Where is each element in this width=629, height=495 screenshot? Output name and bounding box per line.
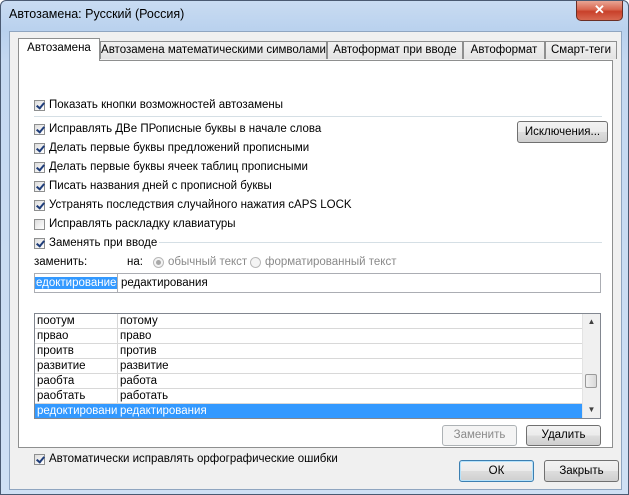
replace-cell: раобтать xyxy=(35,389,118,404)
replace-label: заменить: xyxy=(34,256,88,268)
window-title: Автозамена: Русский (Россия) xyxy=(9,7,185,21)
with-cell: право xyxy=(118,329,583,344)
window-close-button[interactable]: ✕ xyxy=(576,1,623,21)
checkbox-box[interactable] xyxy=(34,218,45,230)
checkbox-label: Делать первые буквы ячеек таблиц прописн… xyxy=(49,161,308,173)
checkbox-box[interactable] xyxy=(34,237,45,249)
checkbox-label: Показать кнопки возможностей автозамены xyxy=(49,99,284,111)
autocorrect-dialog: Автозамена: Русский (Россия) ✕ Автозамен… xyxy=(0,0,629,495)
checkbox-label: Автоматически исправлять орфографические… xyxy=(49,453,338,465)
replace-cell: проитв xyxy=(35,344,118,359)
checkbox-box[interactable] xyxy=(34,161,45,173)
radio-label: обычный текст xyxy=(168,256,248,268)
with-cell: против xyxy=(118,344,583,359)
table-row[interactable]: проитв против xyxy=(35,344,583,359)
checkbox-label: Исправлять ДВе ПРописные буквы в начале … xyxy=(49,123,322,135)
radio-circle[interactable] xyxy=(153,256,164,268)
replace-input[interactable]: едоктирование xyxy=(34,273,118,293)
replace-cell: раобта xyxy=(35,374,118,389)
autocorrect-tab-panel: Показать кнопки возможностей автозамены … xyxy=(18,60,613,465)
first-cell-checkbox[interactable]: Делать первые буквы ячеек таблиц прописн… xyxy=(34,159,308,175)
table-row[interactable]: развитие развитие xyxy=(35,359,583,374)
replace-cell: развитие xyxy=(35,359,118,374)
checkbox-label: Устранять последствия случайного нажатия… xyxy=(49,199,352,211)
with-input[interactable]: редактирования xyxy=(117,273,601,293)
formatted-text-radio[interactable]: форматированный текст xyxy=(250,256,396,268)
scroll-thumb[interactable] xyxy=(585,374,597,388)
show-buttons-checkbox[interactable]: Показать кнопки возможностей автозамены xyxy=(34,97,283,113)
with-cell: потому xyxy=(118,314,583,329)
table-row[interactable]: раобтать работать xyxy=(35,389,583,404)
table-row[interactable]: редоктировани редактирования xyxy=(35,404,583,418)
table-row[interactable]: првао право xyxy=(35,329,583,344)
separator xyxy=(34,116,602,117)
checkbox-box[interactable] xyxy=(34,199,45,211)
replace-cell: поотум xyxy=(35,314,118,329)
checkbox-label: Заменять при вводе xyxy=(49,237,158,249)
with-cell: работать xyxy=(118,389,583,404)
scroll-up-arrow[interactable]: ▲ xyxy=(583,314,600,330)
table-row[interactable]: поотум потому xyxy=(35,314,583,329)
replace-input-value: едоктирование xyxy=(35,277,117,289)
ok-button[interactable]: ОК xyxy=(459,460,534,482)
first-sentence-checkbox[interactable]: Делать первые буквы предложений прописны… xyxy=(34,140,309,156)
checkbox-label: Писать названия дней с прописной буквы xyxy=(49,180,272,192)
checkbox-box[interactable] xyxy=(34,180,45,192)
with-cell: развитие xyxy=(118,359,583,374)
with-label: на: xyxy=(127,256,143,268)
table-row[interactable]: раобта работа xyxy=(35,374,583,389)
checkbox-box[interactable] xyxy=(34,123,45,135)
delete-button[interactable]: Удалить xyxy=(526,425,601,446)
checkbox-box[interactable] xyxy=(34,99,45,111)
with-cell: работа xyxy=(118,374,583,389)
checkbox-box[interactable] xyxy=(34,142,45,154)
caps-lock-checkbox[interactable]: Устранять последствия случайного нажатия… xyxy=(34,197,352,213)
replace-cell: редоктировани xyxy=(35,404,118,418)
day-names-checkbox[interactable]: Писать названия дней с прописной буквы xyxy=(34,178,272,194)
group-separator xyxy=(159,242,602,243)
keyboard-layout-checkbox[interactable]: Исправлять раскладку клавиатуры xyxy=(34,216,236,232)
title-bar[interactable]: Автозамена: Русский (Россия) ✕ xyxy=(1,1,628,29)
tab-autocorrect[interactable]: Автозамена xyxy=(18,38,100,61)
scroll-down-arrow[interactable]: ▼ xyxy=(583,402,600,418)
list-scrollbar[interactable]: ▲ ▼ xyxy=(582,314,600,418)
checkbox-label: Исправлять раскладку клавиатуры xyxy=(49,218,236,230)
auto-spell-checkbox[interactable]: Автоматически исправлять орфографические… xyxy=(34,451,338,467)
plain-text-radio[interactable]: обычный текст xyxy=(153,256,247,268)
tab-autoformat[interactable]: Автоформат xyxy=(463,41,545,59)
replacements-list[interactable]: поотум потому првао право проитв против развит… xyxy=(34,313,601,419)
exceptions-button[interactable]: Исключения... xyxy=(517,121,608,143)
checkbox-box[interactable] xyxy=(34,453,45,465)
replace-as-you-type-checkbox[interactable]: Заменять при вводе xyxy=(34,235,157,251)
radio-label: форматированный текст xyxy=(265,256,397,268)
replace-button[interactable]: Заменить xyxy=(442,425,517,446)
close-button[interactable]: Закрыть xyxy=(544,460,619,482)
checkbox-label: Делать первые буквы предложений прописны… xyxy=(49,142,310,154)
radio-circle[interactable] xyxy=(250,256,261,268)
two-caps-checkbox[interactable]: Исправлять ДВе ПРописные буквы в начале … xyxy=(34,121,321,137)
tab-smart-tags[interactable]: Смарт-теги xyxy=(545,41,617,59)
replace-cell: првао xyxy=(35,329,118,344)
with-cell: редактирования xyxy=(118,404,583,418)
tab-math-autocorrect[interactable]: Автозамена математическими символами xyxy=(100,41,327,59)
tab-autoformat-as-you-type[interactable]: Автоформат при вводе xyxy=(327,41,463,59)
dialog-client-area: Автозамена Автозамена математическими си… xyxy=(9,31,622,490)
